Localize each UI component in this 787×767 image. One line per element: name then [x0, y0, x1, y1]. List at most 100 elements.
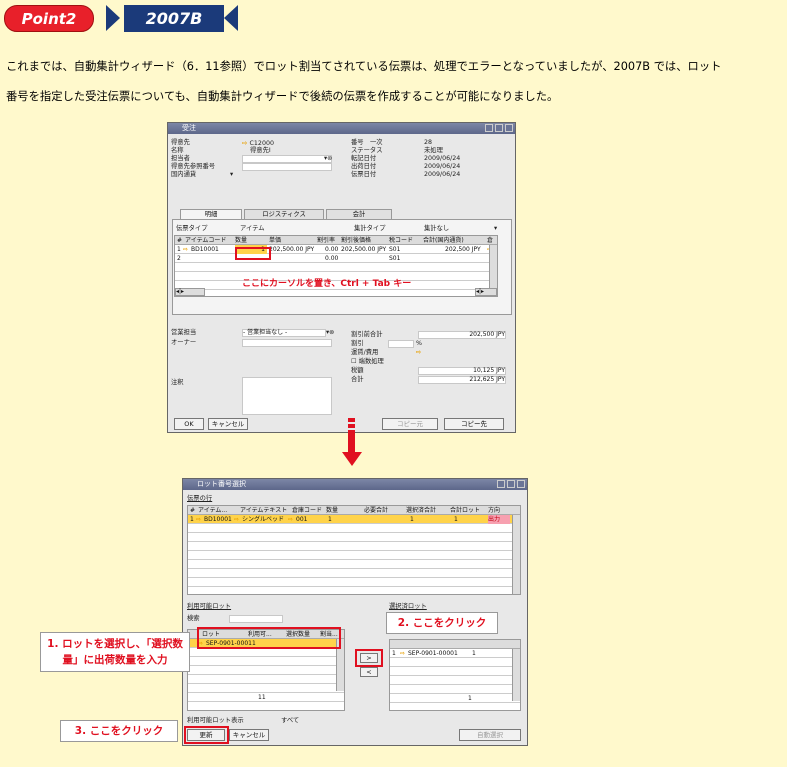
- customer-code-field[interactable]: ⇨ C12000: [242, 139, 332, 147]
- table-row[interactable]: 1 ⇨ BD10001 1 202,500.00 JPY 0.00 202,50…: [175, 245, 497, 254]
- link-arrow-icon[interactable]: ⇨: [288, 515, 293, 524]
- contact-field[interactable]: [242, 155, 332, 163]
- summary-dropdown-icon[interactable]: ▾: [494, 225, 497, 233]
- customer-name: 得意先I: [250, 147, 271, 154]
- price-cell[interactable]: 202,500.00 JPY: [269, 245, 314, 254]
- doc-rows-label: 伝票の行: [187, 495, 213, 502]
- sales-rep-dropdown-icon[interactable]: ▾⊜: [326, 329, 334, 337]
- horizontal-scrollbar-left[interactable]: ◂|▸: [175, 288, 205, 296]
- item-type-value[interactable]: アイテム: [240, 225, 265, 233]
- close-icon[interactable]: [517, 480, 525, 488]
- item-code: BD10001: [204, 516, 232, 523]
- table-row: [188, 542, 520, 551]
- copy-from-button[interactable]: コピー元: [382, 418, 438, 430]
- tax-code-cell[interactable]: S01: [389, 254, 400, 263]
- col-lots: 合計ロット: [450, 507, 481, 514]
- col-tax-code: 税コード: [389, 237, 414, 244]
- label-rounding: ☐ 端数処理: [351, 358, 384, 365]
- link-arrow-icon[interactable]: ⇨: [242, 139, 247, 147]
- copy-to-button[interactable]: コピー先: [444, 418, 504, 430]
- table-row: [188, 560, 520, 569]
- tab-accounting[interactable]: 会計: [326, 209, 392, 219]
- number-series[interactable]: 一次: [370, 139, 383, 147]
- close-icon[interactable]: [505, 124, 513, 132]
- summary-type-value[interactable]: 集計なし: [424, 225, 449, 233]
- delivery-date[interactable]: 2009/06/24: [424, 163, 460, 171]
- col-item-text: アイテムテキスト: [240, 507, 288, 514]
- lot-window-titlebar[interactable]: ロット番号選択: [183, 479, 527, 490]
- selected-lots-label: 選択済ロット: [389, 603, 427, 610]
- after-discount-cell[interactable]: 202,500.00 JPY: [341, 245, 386, 254]
- document-date[interactable]: 2009/06/24: [424, 171, 460, 179]
- sales-rep-field[interactable]: - 営業担当なし -: [242, 329, 326, 337]
- version-badge: 2007B: [106, 5, 244, 32]
- col-item: アイテム...: [198, 507, 228, 514]
- vertical-scrollbar[interactable]: [512, 515, 520, 594]
- tab-logistics[interactable]: ロジスティクス: [244, 209, 324, 219]
- label-number: 番号: [351, 139, 364, 146]
- col-no: #: [190, 507, 196, 514]
- table-row: [390, 667, 520, 676]
- customer-ref-field[interactable]: [242, 163, 332, 171]
- contact-dropdown-icon[interactable]: ▾⊜: [324, 155, 332, 163]
- col-qty: 数量: [235, 237, 248, 244]
- discount-percent-field[interactable]: [388, 340, 414, 348]
- table-row[interactable]: 1 ⇨ SEP-0901-00001 1: [390, 649, 520, 658]
- link-arrow-icon[interactable]: ⇨: [234, 515, 239, 524]
- table-row: [188, 569, 520, 578]
- selected-total: 1: [410, 516, 414, 523]
- item-text: シングルベッド: [242, 516, 285, 523]
- order-window-titlebar[interactable]: 受注: [168, 123, 515, 134]
- tab-bar: 明細 ロジスティクス 会計: [174, 209, 514, 219]
- show-lots-value[interactable]: すべて: [281, 717, 299, 725]
- ok-button[interactable]: OK: [174, 418, 204, 430]
- vertical-scrollbar[interactable]: [489, 245, 497, 288]
- label-contact: 担当者: [171, 155, 190, 162]
- search-input[interactable]: [229, 615, 283, 623]
- tax-value: 10,125 JPY: [473, 367, 505, 374]
- maximize-icon[interactable]: [495, 124, 503, 132]
- col-warehouse: 倉庫コード: [292, 507, 323, 514]
- remove-lot-button[interactable]: <: [360, 667, 378, 677]
- col-direction: 方向: [488, 507, 501, 514]
- lot-window-title: ロット番号選択: [197, 480, 246, 488]
- link-arrow-icon[interactable]: ⇨: [400, 649, 405, 658]
- discount-unit: %: [416, 340, 422, 347]
- remarks-field[interactable]: [242, 377, 332, 415]
- owner-field[interactable]: [242, 339, 332, 347]
- horizontal-scrollbar-right[interactable]: ◂|▸: [475, 288, 497, 296]
- tab-contents[interactable]: 明細: [180, 209, 242, 219]
- doc-status: 未処理: [424, 147, 443, 154]
- minimize-icon[interactable]: [497, 480, 505, 488]
- label-customer: 得意先: [171, 139, 190, 146]
- table-row[interactable]: 1 ⇨ BD10001 ⇨ シングルベッド ⇨ 001 1 1 1 出力: [188, 515, 520, 524]
- maximize-icon[interactable]: [507, 480, 515, 488]
- table-row: [188, 551, 520, 560]
- posting-date[interactable]: 2009/06/24: [424, 155, 460, 163]
- order-window-title: 受注: [182, 124, 196, 132]
- row-no: 1: [177, 246, 181, 253]
- col-item-code: アイテムコード: [185, 237, 227, 244]
- available-lots-label: 利用可能ロット: [187, 603, 232, 610]
- selected-lots-grid: 1 ⇨ SEP-0901-00001 1 1: [389, 639, 521, 711]
- col-required: 必要合計: [364, 507, 389, 514]
- discount-cell[interactable]: 0.00: [325, 245, 338, 254]
- search-label: 検索: [187, 615, 200, 622]
- label-subtotal: 割引前合計: [351, 331, 383, 338]
- link-arrow-icon[interactable]: ⇨: [183, 245, 188, 254]
- link-arrow-icon[interactable]: ⇨: [196, 515, 201, 524]
- minimize-icon[interactable]: [485, 124, 493, 132]
- cancel-button[interactable]: キャンセル: [229, 729, 269, 741]
- label-status: ステータス: [351, 147, 383, 154]
- auto-select-button[interactable]: 自動選択: [459, 729, 521, 741]
- table-row[interactable]: 2 0.00 S01: [175, 254, 497, 263]
- row-no: 1: [392, 650, 396, 657]
- tax-code-cell[interactable]: S01: [389, 245, 400, 254]
- link-arrow-icon[interactable]: ⇨: [416, 349, 421, 357]
- currency-dropdown-icon[interactable]: ▾: [230, 171, 233, 179]
- discount-cell[interactable]: 0.00: [325, 254, 338, 263]
- vertical-scrollbar[interactable]: [512, 649, 520, 701]
- doc-rows-grid: # アイテム... アイテムテキスト 倉庫コード 数量 必要合計 選択済合計 合…: [187, 505, 521, 595]
- show-lots-label: 利用可能ロット表示: [187, 717, 244, 724]
- cancel-button[interactable]: キャンセル: [208, 418, 248, 430]
